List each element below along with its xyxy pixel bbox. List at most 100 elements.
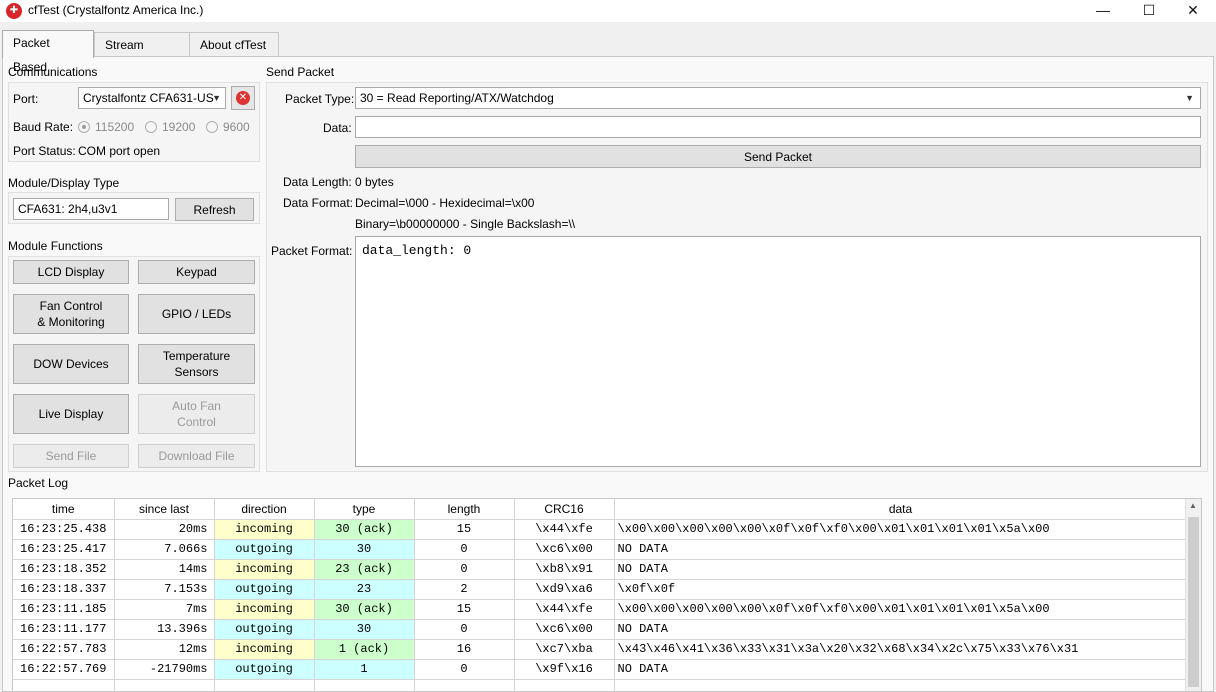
- tab-packet-based[interactable]: Packet Based: [2, 30, 94, 74]
- cell-length: 0: [414, 559, 515, 580]
- packet-type-select[interactable]: 30 = Read Reporting/ATX/Watchdog ▼: [355, 87, 1201, 109]
- module-display-field[interactable]: CFA631: 2h4,u3v1: [13, 198, 169, 220]
- cell-direction: outgoing: [214, 659, 315, 680]
- dow-devices-button[interactable]: DOW Devices: [13, 344, 129, 384]
- tab-about[interactable]: About cfTest: [189, 32, 279, 57]
- cell-since-last: 13.396s: [114, 619, 215, 640]
- cell-time: 16:23:11.185: [13, 599, 115, 620]
- port-status-label: Port Status:: [13, 144, 76, 158]
- cell-direction: incoming: [214, 639, 315, 660]
- cell-data: NO DATA: [614, 659, 1188, 680]
- data-length-value: 0 bytes: [355, 175, 394, 189]
- data-format-label: Data Format:: [283, 196, 354, 210]
- packet-log-table[interactable]: time since last direction type length CR…: [12, 498, 1202, 692]
- table-row[interactable]: 16:23:18.352 14ms incoming 23 (ack) 0 \x…: [13, 559, 1188, 580]
- cell-crc16: \x44\xfe: [514, 519, 615, 540]
- vertical-scrollbar[interactable]: ▲: [1185, 499, 1201, 691]
- table-row[interactable]: 16:22:57.769 -21790ms outgoing 1 0 \x9f\…: [13, 659, 1188, 680]
- baud-9600-label: 9600: [223, 120, 250, 134]
- cell-crc16: \xb8\x91: [514, 559, 615, 580]
- table-row[interactable]: 16:23:18.337 7.153s outgoing 23 2 \xd9\x…: [13, 579, 1188, 600]
- column-header-length[interactable]: length: [414, 499, 515, 520]
- module-functions-label: Module Functions: [8, 239, 103, 253]
- cell-data: NO DATA: [614, 559, 1188, 580]
- download-file-button[interactable]: Download File: [138, 444, 255, 468]
- fan-control-line2: & Monitoring: [37, 315, 105, 329]
- data-format-line2: Binary=\b00000000 - Single Backslash=\\: [355, 217, 576, 231]
- cell-time: 16:23:18.352: [13, 559, 115, 580]
- cell-crc16: \xc6\x00: [514, 539, 615, 560]
- table-row[interactable]: 16:22:57.783 12ms incoming 1 (ack) 16 \x…: [13, 639, 1188, 660]
- column-header-since-last[interactable]: since last: [114, 499, 215, 520]
- cell-length: 15: [414, 599, 515, 620]
- cell-direction: incoming: [214, 559, 315, 580]
- title-bar: ✚ cfTest (Crystalfontz America Inc.) — ☐…: [0, 0, 1216, 22]
- cell-type: 23: [314, 579, 415, 600]
- data-input[interactable]: [355, 116, 1201, 138]
- cell-type: 30 (ack): [314, 599, 415, 620]
- auto-fan-control-button[interactable]: Auto Fan Control: [138, 394, 255, 434]
- column-header-data[interactable]: data: [614, 499, 1188, 520]
- baud-9600-radio[interactable]: 9600: [206, 120, 250, 134]
- table-row[interactable]: 16:23:11.185 7ms incoming 30 (ack) 15 \x…: [13, 599, 1188, 620]
- cell-type: 1 (ack): [314, 639, 415, 660]
- column-header-crc16[interactable]: CRC16: [514, 499, 615, 520]
- cell-direction: outgoing: [214, 539, 315, 560]
- tab-stream-based[interactable]: Stream Based: [94, 32, 190, 76]
- table-header-row: time since last direction type length CR…: [13, 499, 1188, 520]
- baud-115200-radio[interactable]: 115200: [78, 120, 134, 134]
- live-display-button[interactable]: Live Display: [13, 394, 129, 434]
- cell-direction: outgoing: [214, 579, 315, 600]
- cell-crc16: \xd9\xa6: [514, 579, 615, 600]
- table-row[interactable]: 16:23:25.438 20ms incoming 30 (ack) 15 \…: [13, 519, 1188, 540]
- fan-control-line1: Fan Control: [39, 299, 103, 313]
- table-row[interactable]: 16:23:25.417 7.066s outgoing 30 0 \xc6\x…: [13, 539, 1188, 560]
- cell-time: 16:23:25.417: [13, 539, 115, 560]
- baud-19200-label: 19200: [162, 120, 196, 134]
- maximize-button[interactable]: ☐: [1126, 0, 1172, 22]
- refresh-button[interactable]: Refresh: [175, 198, 254, 221]
- cell-data: \x43\x46\x41\x36\x33\x31\x3a\x20\x32\x68…: [614, 639, 1188, 660]
- table-row-empty: [13, 679, 1188, 691]
- column-header-time[interactable]: time: [13, 499, 115, 520]
- cell-data: \x0f\x0f: [614, 579, 1188, 600]
- scroll-up-icon[interactable]: ▲: [1189, 501, 1197, 510]
- column-header-type[interactable]: type: [314, 499, 415, 520]
- cell-type: 23 (ack): [314, 559, 415, 580]
- cell-crc16: \x44\xfe: [514, 599, 615, 620]
- baud-19200-radio[interactable]: 19200: [145, 120, 195, 134]
- keypad-button[interactable]: Keypad: [138, 260, 255, 284]
- cell-data: NO DATA: [614, 539, 1188, 560]
- cell-type: 30: [314, 539, 415, 560]
- cell-type: 30 (ack): [314, 519, 415, 540]
- temperature-sensors-button[interactable]: Temperature Sensors: [138, 344, 255, 384]
- port-select[interactable]: Crystalfontz CFA631-US ▼: [78, 87, 226, 109]
- temperature-line2: Sensors: [174, 365, 219, 379]
- cell-time: 16:23:18.337: [13, 579, 115, 600]
- cell-since-last: 12ms: [114, 639, 215, 660]
- cell-length: 16: [414, 639, 515, 660]
- lcd-display-button[interactable]: LCD Display: [13, 260, 129, 284]
- baud-115200-label: 115200: [95, 120, 135, 134]
- radio-checked-icon: [78, 121, 90, 133]
- close-window-button[interactable]: ✕: [1170, 0, 1216, 22]
- cell-since-last: 20ms: [114, 519, 215, 540]
- gpio-leds-button[interactable]: GPIO / LEDs: [138, 294, 255, 334]
- cell-since-last: 14ms: [114, 559, 215, 580]
- close-port-button[interactable]: ✕: [231, 86, 255, 110]
- auto-fan-line2: Control: [177, 415, 216, 429]
- port-label: Port:: [13, 92, 39, 106]
- packet-type-value: 30 = Read Reporting/ATX/Watchdog: [360, 91, 554, 105]
- packet-format-textarea[interactable]: data_length: 0: [355, 236, 1201, 467]
- data-length-label: Data Length:: [283, 175, 352, 189]
- send-file-button[interactable]: Send File: [13, 444, 129, 468]
- column-header-direction[interactable]: direction: [214, 499, 315, 520]
- packet-type-label: Packet Type:: [285, 92, 355, 106]
- minimize-button[interactable]: —: [1080, 0, 1126, 22]
- data-format-line1: Decimal=\000 - Hexidecimal=\x00: [355, 196, 535, 210]
- radio-icon: [206, 121, 218, 133]
- scrollbar-thumb[interactable]: [1188, 517, 1199, 687]
- send-packet-button[interactable]: Send Packet: [355, 145, 1201, 168]
- table-row[interactable]: 16:23:11.177 13.396s outgoing 30 0 \xc6\…: [13, 619, 1188, 640]
- fan-control-button[interactable]: Fan Control & Monitoring: [13, 294, 129, 334]
